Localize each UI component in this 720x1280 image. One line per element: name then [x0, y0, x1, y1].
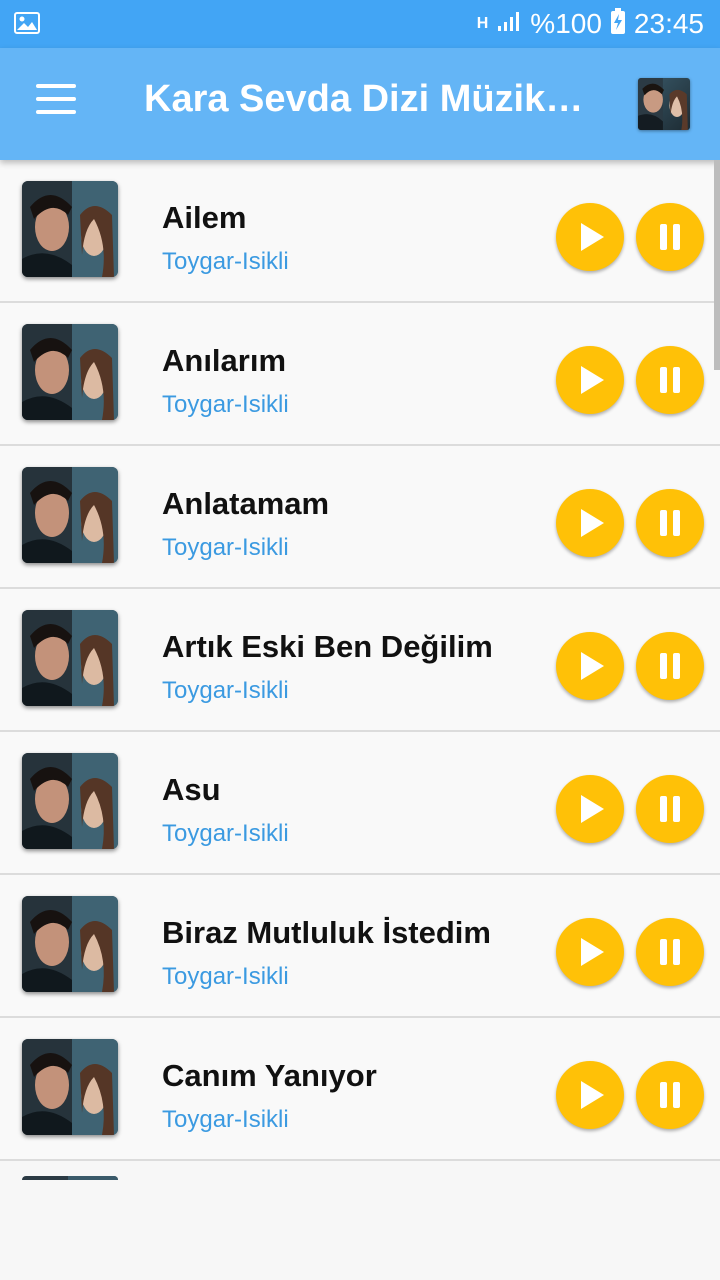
play-button[interactable]: [556, 346, 624, 414]
song-thumbnail: [22, 467, 118, 563]
signal-icon: [496, 8, 522, 40]
pause-button[interactable]: [636, 346, 704, 414]
song-title: Ailem: [162, 200, 247, 235]
song-artist: Toygar-Isikli: [162, 820, 289, 847]
song-artist: Toygar-Isikli: [162, 963, 289, 990]
song-row[interactable]: Biraz Mutluluk İstedim Toygar-Isikli: [0, 875, 720, 1018]
hamburger-menu-icon[interactable]: [36, 84, 76, 124]
pause-button[interactable]: [636, 918, 704, 986]
pause-button[interactable]: [636, 489, 704, 557]
clock: 23:45: [633, 8, 704, 39]
song-row[interactable]: Anılarım Toygar-Isikli: [0, 303, 720, 446]
song-list: Ailem Toygar-Isikli Anılarım Toygar-Isik…: [0, 160, 720, 1180]
status-bar: H %100 23:45: [0, 0, 720, 48]
song-row[interactable]: Artık Eski Ben Değilim Toygar-Isikli: [0, 589, 720, 732]
song-artist: Toygar-Isikli: [162, 391, 289, 418]
gallery-notification-icon: [14, 12, 40, 34]
song-title: Anlatamam: [162, 486, 330, 521]
song-title: Canım Yanıyor: [162, 1058, 377, 1093]
page-title: Kara Sevda Dizi Müzikl…: [144, 78, 584, 120]
song-row[interactable]: Asu Toygar-Isikli: [0, 732, 720, 875]
battery-charging-icon: [610, 7, 626, 41]
play-button[interactable]: [556, 1061, 624, 1129]
pause-button[interactable]: [636, 1061, 704, 1129]
song-thumbnail: [22, 324, 118, 420]
song-artist: Toygar-Isikli: [162, 248, 289, 275]
partial-thumbnail: [22, 1176, 118, 1180]
song-title: Anılarım: [162, 343, 287, 378]
song-artist: Toygar-Isikli: [162, 534, 289, 561]
song-thumbnail: [22, 753, 118, 849]
play-button[interactable]: [556, 203, 624, 271]
song-row[interactable]: Canım Yanıyor Toygar-Isikli: [0, 1018, 720, 1161]
song-artist: Toygar-Isikli: [162, 1106, 289, 1133]
song-title: Biraz Mutluluk İstedim: [162, 915, 491, 950]
scrollbar[interactable]: [714, 160, 720, 370]
app-bar: Kara Sevda Dizi Müzikl…: [0, 48, 720, 160]
song-title: Artık Eski Ben Değilim: [162, 629, 493, 664]
pause-button[interactable]: [636, 775, 704, 843]
song-title: Asu: [162, 772, 221, 807]
song-artist: Toygar-Isikli: [162, 677, 289, 704]
battery-percent: %100: [530, 8, 602, 39]
song-row[interactable]: Anlatamam Toygar-Isikli: [0, 446, 720, 589]
play-button[interactable]: [556, 489, 624, 557]
app-avatar-image[interactable]: [638, 78, 690, 130]
pause-button[interactable]: [636, 632, 704, 700]
play-button[interactable]: [556, 632, 624, 700]
play-button[interactable]: [556, 775, 624, 843]
network-type-label: H: [476, 15, 489, 32]
song-thumbnail: [22, 610, 118, 706]
song-thumbnail: [22, 181, 118, 277]
song-thumbnail: [22, 1039, 118, 1135]
song-row[interactable]: Ailem Toygar-Isikli: [0, 160, 720, 303]
song-thumbnail: [22, 896, 118, 992]
play-button[interactable]: [556, 918, 624, 986]
pause-button[interactable]: [636, 203, 704, 271]
